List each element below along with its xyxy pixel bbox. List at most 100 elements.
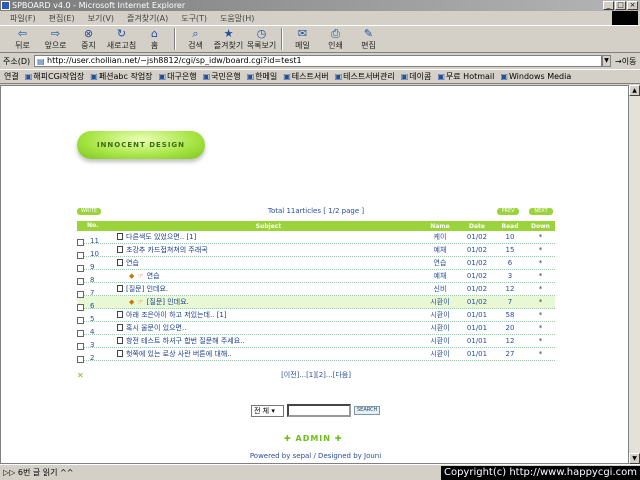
row-subject[interactable]: 다른색도 있었으면.. [1] [126,233,196,241]
close-button[interactable]: × [627,1,638,10]
row-subject[interactable]: 연습 [147,272,160,280]
row-name[interactable]: 신비 [420,284,460,294]
row-subject[interactable]: 헛쪽에 있는 로상 사란 버튼에 대해.. [126,350,232,358]
link-windows-media[interactable]: Windows Media [500,72,571,81]
table-row[interactable]: 5 아래 조은아이 하고 저있는데.. [1] 시환이 01/01 58 * [77,309,555,324]
table-row[interactable]: 6 ◆ ☞ [질문] 인데요. 시환이 01/02 7 * [77,296,555,311]
admin-link[interactable]: ✚ ADMIN ✚ [284,434,342,443]
menu-edit[interactable]: 편집(E) [49,13,75,24]
next-button[interactable]: NEXT [529,208,553,215]
row-checkbox[interactable] [77,330,84,337]
pager[interactable]: [이전]...[1][2]...[다음] [77,370,555,380]
row-subject[interactable]: 항전 테스트 하셔구 합번 질문해 주세요.. [126,337,245,345]
search-submit-button[interactable]: SEARCH [354,406,381,415]
row-checkbox[interactable] [77,304,84,311]
row-name[interactable]: 예채 [420,245,460,255]
row-name[interactable]: 시환이 [420,297,460,307]
link-hanmail[interactable]: 한메일 [247,71,277,82]
print-button[interactable]: ⎙ 인쇄 [319,27,352,51]
row-subject-cell[interactable]: 연습 [117,258,420,268]
row-checkbox[interactable] [77,343,84,350]
scroll-down-arrow-icon[interactable]: ▼ [629,453,640,464]
row-download[interactable]: * [526,259,555,267]
row-name[interactable]: 연습 [420,258,460,268]
row-subject[interactable]: 혹시 울문이 있으면.. [126,324,186,332]
row-subject-cell[interactable]: ◆ ☞ 연습 [117,271,420,281]
history-button[interactable]: ◷ 목록보기 [245,27,278,51]
row-checkbox[interactable] [77,252,84,259]
row-download[interactable]: * [526,272,555,280]
link-kookmin-bank[interactable]: 국민은행 [203,71,240,82]
scroll-up-arrow-icon[interactable]: ▲ [629,85,640,96]
row-checkbox[interactable] [77,356,84,363]
row-subject-cell[interactable]: 다른색도 있었으면.. [1] [117,232,420,242]
search-button[interactable]: ⌕ 검색 [179,27,212,51]
row-subject-cell[interactable]: 아래 조은아이 하고 저있는데.. [1] [117,310,420,320]
favorites-button[interactable]: ★ 즐겨찾기 [212,27,245,51]
menu-tools[interactable]: 도구(T) [181,13,207,24]
row-name[interactable]: 시환이 [420,349,460,359]
row-download[interactable]: * [526,246,555,254]
address-dropdown-button[interactable]: ▼ [602,55,611,67]
table-row[interactable]: 8 ◆ ☞ 연습 예채 01/02 3 * [77,270,555,285]
link-test-server[interactable]: 테스트서버 [283,71,329,82]
row-subject-cell[interactable]: 헛쪽에 있는 로상 사란 버튼에 대해.. [117,349,420,359]
link-fashion-abc[interactable]: 페션abc 작업장 [90,71,153,82]
table-row[interactable]: 3 항전 테스트 하셔구 합번 질문해 주세요.. 시환이 01/01 12 * [77,335,555,350]
forward-button[interactable]: ⇨ 앞으로 [39,27,72,51]
row-download[interactable]: * [526,337,555,345]
table-row[interactable]: 11 다른색도 있었으면.. [1] 케이 01/02 10 * [77,231,555,246]
row-subject[interactable]: 연습 [126,259,139,267]
vertical-scrollbar[interactable]: ▲ ▼ [629,85,640,464]
row-checkbox[interactable] [77,291,84,298]
minimize-button[interactable]: _ [603,1,614,10]
row-download[interactable]: * [526,311,555,319]
mail-button[interactable]: ✉ 메일 [286,27,319,51]
home-button[interactable]: ⌂ 홈 [138,27,171,51]
row-name[interactable]: 케이 [420,232,460,242]
table-row[interactable]: 7 [질문] 인데요. 신비 01/02 12 * [77,283,555,298]
row-subject-cell[interactable]: 초강추 카드접쳐쳐의 주래곡 [117,245,420,255]
row-download[interactable]: * [526,233,555,241]
row-subject[interactable]: 초강추 카드접쳐쳐의 주래곡 [126,246,208,254]
menu-favorites[interactable]: 즐겨찾기(A) [127,13,168,24]
stop-button[interactable]: ⊗ 중지 [72,27,105,51]
refresh-button[interactable]: ↻ 새로고침 [105,27,138,51]
go-button[interactable]: →이동 [615,56,636,67]
row-name[interactable]: 시환이 [420,336,460,346]
edit-button[interactable]: ✎ 편집 [352,27,385,51]
row-subject[interactable]: 아래 조은아이 하고 저있는데.. [1] [126,311,227,319]
table-row[interactable]: 9 연습 연습 01/02 6 * [77,257,555,272]
row-name[interactable]: 예채 [420,271,460,281]
link-hotmail[interactable]: 무료 Hotmail [437,71,494,82]
link-daegu-bank[interactable]: 대구은행 [159,71,196,82]
back-button[interactable]: ⇦ 뒤로 [6,27,39,51]
menu-help[interactable]: 도움말(H) [220,13,254,24]
row-subject-cell[interactable]: ◆ ☞ [질문] 인데요. [117,297,420,307]
link-dacom[interactable]: 데이콤 [401,71,431,82]
table-row[interactable]: 2 헛쪽에 있는 로상 사란 버튼에 대해.. 시환이 01/01 27 * [77,348,555,363]
link-test-server-admin[interactable]: 테스트서버관리 [335,71,395,82]
link-happycgi[interactable]: 해피CGI작업장 [25,71,84,82]
search-field-select[interactable]: 전 체 ▾ [251,404,284,417]
address-input[interactable]: ▤ http://user.chollian.net/~jsh8812/cgi/… [34,55,602,67]
row-download[interactable]: * [526,285,555,293]
prev-button[interactable]: PREV [497,208,519,215]
row-download[interactable]: * [526,350,555,358]
table-row[interactable]: 4 혹시 울문이 있으면.. 시환이 01/01 20 * [77,322,555,337]
row-name[interactable]: 시환이 [420,310,460,320]
maximize-button[interactable]: □ [615,1,626,10]
row-subject-cell[interactable]: 혹시 울문이 있으면.. [117,323,420,333]
row-checkbox[interactable] [77,265,84,272]
table-row[interactable]: 10 초강추 카드접쳐쳐의 주래곡 예채 01/02 15 * [77,244,555,259]
menu-view[interactable]: 보기(V) [88,13,114,24]
row-checkbox[interactable] [77,278,84,285]
row-checkbox[interactable] [77,317,84,324]
row-subject[interactable]: [질문] 인데요. [147,298,189,306]
row-download[interactable]: * [526,298,555,306]
menu-file[interactable]: 파일(F) [10,13,36,24]
row-subject-cell[interactable]: [질문] 인데요. [117,284,420,294]
search-input[interactable] [287,404,351,417]
row-name[interactable]: 시환이 [420,323,460,333]
row-checkbox[interactable] [77,239,84,246]
